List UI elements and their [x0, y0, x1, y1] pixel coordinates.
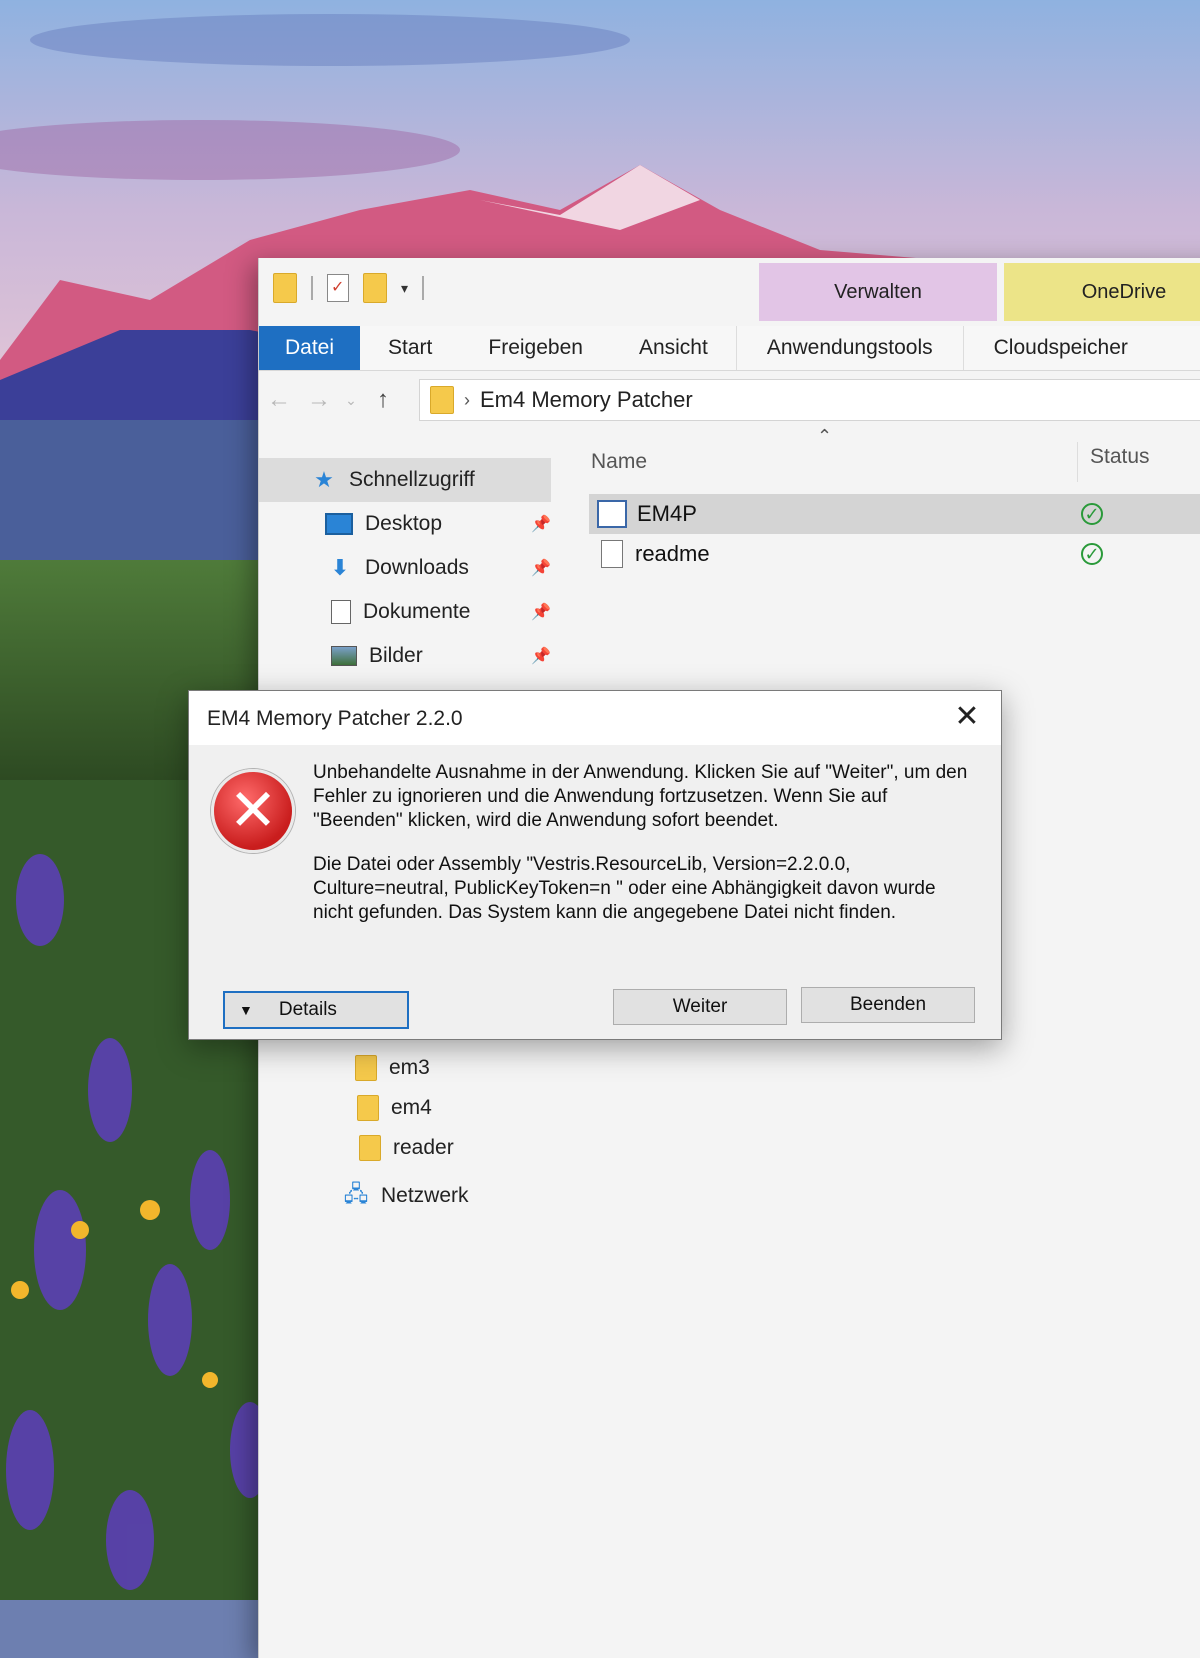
dialog-titlebar[interactable]: EM4 Memory Patcher 2.2.0 ✕	[189, 691, 1001, 745]
breadcrumb-chevron-icon[interactable]: ›	[464, 390, 470, 411]
folder-icon[interactable]	[273, 273, 297, 303]
file-name: readme	[635, 541, 710, 566]
sidebar-item-label: Desktop	[365, 512, 443, 535]
tab-share[interactable]: Freigeben	[460, 326, 611, 370]
file-list-header: ⌃ Name Status	[589, 426, 1200, 486]
tab-start[interactable]: Start	[360, 326, 460, 370]
pin-icon[interactable]: 📌	[531, 558, 551, 578]
network-icon: 🖧	[343, 1181, 369, 1206]
back-arrow-icon[interactable]: ←	[259, 386, 299, 414]
context-tab-onedrive[interactable]: OneDrive	[1004, 263, 1200, 321]
pin-icon[interactable]: 📌	[531, 514, 551, 534]
file-row-em4p[interactable]: EM4P ✓	[589, 494, 1200, 534]
pin-icon[interactable]: 📌	[531, 646, 551, 666]
star-icon: ★	[314, 467, 334, 492]
toolbar-separator	[422, 276, 425, 300]
sidebar-item-label: em3	[389, 1056, 430, 1079]
quick-access-toolbar: ▾	[259, 258, 773, 318]
quit-button[interactable]: Beenden	[801, 987, 975, 1023]
sidebar-item-pictures[interactable]: Bilder 📌	[259, 634, 559, 678]
sidebar-item-label: reader	[393, 1136, 454, 1159]
sidebar-item-label: Dokumente	[363, 600, 471, 623]
sidebar-item-downloads[interactable]: ⬇ Downloads 📌	[259, 546, 559, 590]
new-folder-icon[interactable]	[363, 273, 387, 303]
file-name: EM4P	[637, 501, 697, 526]
column-header-status[interactable]: Status	[1077, 442, 1150, 482]
close-icon[interactable]: ✕	[947, 697, 987, 737]
sidebar-item-em3[interactable]: em3	[259, 1048, 559, 1088]
tab-file[interactable]: Datei	[259, 326, 361, 370]
sync-status-check-icon: ✓	[1081, 543, 1103, 565]
tab-application-tools[interactable]: Anwendungstools	[735, 326, 963, 370]
folder-icon	[357, 1095, 379, 1121]
details-button[interactable]: ▼ Details	[223, 991, 409, 1029]
message-exception: Die Datei oder Assembly "Vestris.Resourc…	[313, 854, 936, 923]
sync-status-check-icon: ✓	[1081, 503, 1103, 525]
sidebar-item-label: Netzwerk	[381, 1184, 469, 1207]
up-arrow-icon[interactable]: ↑	[363, 386, 403, 414]
sidebar-item-quick-access[interactable]: ★ Schnellzugriff	[259, 458, 551, 502]
properties-icon[interactable]	[327, 274, 349, 302]
file-row-readme[interactable]: readme ✓	[589, 534, 1200, 574]
tab-view[interactable]: Ansicht	[611, 326, 736, 370]
sidebar-item-label: em4	[391, 1096, 432, 1119]
details-button-label: Details	[278, 999, 337, 1020]
sidebar-item-label: Downloads	[365, 556, 469, 579]
ribbon-tabs: Datei Start Freigeben Ansicht Anwendungs…	[259, 326, 1200, 371]
dialog-title: EM4 Memory Patcher 2.2.0	[207, 707, 463, 730]
recent-locations-chevron-icon[interactable]: ⌄	[339, 392, 363, 409]
customize-toolbar-icon[interactable]: ▾	[401, 280, 408, 297]
folder-icon	[430, 386, 454, 414]
error-dialog: EM4 Memory Patcher 2.2.0 ✕ ✕ Unbehandelt…	[188, 690, 1002, 1040]
forward-arrow-icon[interactable]: →	[299, 386, 339, 414]
pin-icon[interactable]: 📌	[531, 602, 551, 622]
document-icon	[331, 600, 351, 624]
breadcrumb-current[interactable]: Em4 Memory Patcher	[480, 387, 693, 413]
error-icon: ✕	[211, 769, 295, 853]
sort-ascending-icon: ⌃	[817, 426, 833, 446]
toolbar-separator	[311, 276, 313, 300]
address-bar: ← → ⌄ ↑ › Em4 Memory Patcher	[259, 376, 1200, 424]
folder-icon	[355, 1055, 377, 1081]
text-file-icon	[601, 540, 623, 568]
message-instructions: Unbehandelte Ausnahme in der Anwendung. …	[313, 762, 968, 831]
sidebar-item-documents[interactable]: Dokumente 📌	[259, 590, 559, 634]
sidebar-item-label: Schnellzugriff	[349, 468, 475, 491]
context-tab-manage[interactable]: Verwalten	[759, 263, 997, 321]
chevron-down-icon: ▼	[239, 1002, 253, 1018]
download-arrow-icon: ⬇	[330, 555, 350, 580]
sidebar-item-em4[interactable]: em4	[259, 1088, 559, 1128]
sidebar-item-network[interactable]: 🖧 Netzwerk	[259, 1168, 559, 1224]
sidebar-item-label: Bilder	[369, 644, 423, 667]
column-header-name[interactable]: Name	[591, 450, 647, 474]
dialog-message: Unbehandelte Ausnahme in der Anwendung. …	[313, 761, 973, 945]
tab-cloud-storage[interactable]: Cloudspeicher	[962, 326, 1158, 370]
address-input[interactable]: › Em4 Memory Patcher	[419, 379, 1200, 421]
pictures-icon	[331, 646, 357, 666]
navigation-pane-lower: em3 em4 reader 🖧 Netzwerk	[259, 1048, 559, 1224]
sidebar-item-reader[interactable]: reader	[259, 1128, 559, 1168]
sidebar-item-desktop[interactable]: Desktop 📌	[259, 502, 559, 546]
continue-button[interactable]: Weiter	[613, 989, 787, 1025]
navigation-pane: ★ Schnellzugriff Desktop 📌 ⬇ Downloads 📌…	[259, 458, 559, 678]
application-icon	[597, 500, 627, 528]
desktop-icon	[325, 513, 353, 535]
folder-icon	[359, 1135, 381, 1161]
